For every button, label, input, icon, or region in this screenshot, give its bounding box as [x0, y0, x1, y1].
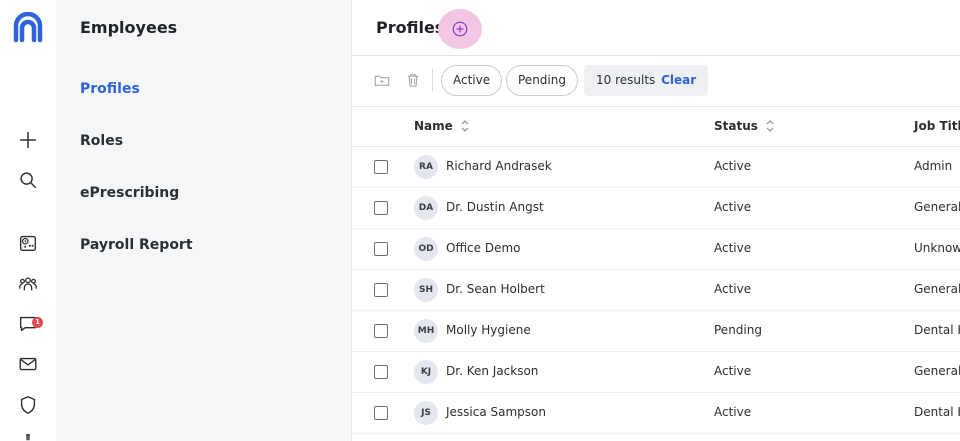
row-checkbox[interactable] [374, 324, 388, 338]
plus-circle-icon [452, 21, 468, 37]
employee-name[interactable]: Jessica Sampson [446, 405, 546, 419]
chat-badge: 1 [32, 317, 43, 328]
employee-name[interactable]: Molly Hygiene [446, 323, 531, 337]
nav-item-profiles[interactable]: Profiles [80, 81, 140, 97]
search-icon[interactable] [14, 166, 42, 194]
profiles-table: Name Status Job Title RA Richard Andrasek… [352, 107, 960, 434]
status-cell: Active [714, 159, 752, 173]
mail-icon[interactable] [14, 350, 42, 378]
trash-icon[interactable] [403, 70, 423, 90]
status-cell: Active [714, 282, 752, 296]
folder-icon[interactable] [372, 70, 392, 90]
job-title-cell: Unknow [914, 241, 960, 255]
table-row[interactable]: OD Office Demo Active Unknow [352, 229, 960, 270]
row-checkbox[interactable] [374, 242, 388, 256]
job-title-cell: Admin [914, 159, 953, 173]
status-cell: Active [714, 405, 752, 419]
status-cell: Pending [714, 323, 762, 337]
table-toolbar: Active Pending 10 results Clear [352, 56, 960, 107]
job-title-cell: Dental H [914, 323, 960, 337]
status-cell: Active [714, 241, 752, 255]
clear-filters-link[interactable]: Clear [661, 73, 696, 87]
nav-item-eprescribing[interactable]: ePrescribing [80, 185, 179, 201]
column-header-status[interactable]: Status [714, 119, 777, 133]
calendar-clock-icon[interactable] [14, 229, 42, 257]
table-row[interactable]: SH Dr. Sean Holbert Active General [352, 270, 960, 311]
nav-item-payroll-report[interactable]: Payroll Report [80, 237, 193, 253]
table-row[interactable]: RA Richard Andrasek Active Admin [352, 147, 960, 188]
job-title-cell: General [914, 200, 960, 214]
lab-icon[interactable] [14, 429, 42, 441]
row-checkbox[interactable] [374, 283, 388, 297]
employee-name[interactable]: Dr. Dustin Angst [446, 200, 544, 214]
avatar: OD [414, 237, 438, 261]
filter-chip-active[interactable]: Active [441, 65, 503, 96]
avatar: DA [414, 196, 438, 220]
job-title-cell: General [914, 282, 960, 296]
job-title-cell: General [914, 364, 960, 378]
employee-name[interactable]: Dr. Sean Holbert [446, 282, 545, 296]
employee-name[interactable]: Office Demo [446, 241, 521, 255]
job-title-cell: Dental H [914, 405, 960, 419]
column-header-job-title[interactable]: Job Title [914, 119, 960, 133]
avatar: SH [414, 278, 438, 302]
sort-icon [766, 120, 774, 132]
toolbar-divider [432, 69, 433, 91]
add-profile-button[interactable] [438, 9, 482, 49]
employee-name[interactable]: Richard Andrasek [446, 159, 552, 173]
status-cell: Active [714, 200, 752, 214]
table-header: Name Status Job Title [352, 107, 960, 147]
column-header-name[interactable]: Name [414, 119, 472, 133]
filter-chip-pending[interactable]: Pending [506, 65, 578, 96]
row-checkbox[interactable] [374, 365, 388, 379]
section-title: Employees [80, 18, 178, 37]
avatar: MH [414, 319, 438, 343]
plus-icon[interactable] [14, 126, 42, 154]
main-content: Profiles Active Pending 10 results Clear… [352, 0, 960, 441]
row-checkbox[interactable] [374, 201, 388, 215]
avatar: JS [414, 401, 438, 425]
results-summary: 10 results Clear [584, 65, 709, 96]
secondary-nav: Employees Profiles Roles ePrescribing Pa… [56, 0, 352, 441]
icon-rail: 1 [0, 0, 56, 441]
status-cell: Active [714, 364, 752, 378]
table-row[interactable]: JS Jessica Sampson Active Dental H [352, 393, 960, 434]
people-icon[interactable] [14, 270, 42, 298]
table-row[interactable]: KJ Dr. Ken Jackson Active General [352, 352, 960, 393]
avatar: KJ [414, 360, 438, 384]
chat-icon[interactable]: 1 [14, 310, 43, 338]
nav-item-roles[interactable]: Roles [80, 133, 123, 149]
avatar: RA [414, 155, 438, 179]
results-count: 10 results [596, 73, 656, 87]
table-row[interactable]: MH Molly Hygiene Pending Dental H [352, 311, 960, 352]
shield-icon[interactable] [14, 391, 42, 419]
page-header: Profiles [352, 0, 960, 56]
page-title: Profiles [376, 18, 445, 37]
table-row[interactable]: DA Dr. Dustin Angst Active General [352, 188, 960, 229]
table-body: RA Richard Andrasek Active Admin DA Dr. Dusti… [352, 147, 960, 434]
row-checkbox[interactable] [374, 160, 388, 174]
row-checkbox[interactable] [374, 406, 388, 420]
sort-icon [461, 120, 469, 132]
brand-logo[interactable] [12, 12, 44, 44]
employee-name[interactable]: Dr. Ken Jackson [446, 364, 538, 378]
